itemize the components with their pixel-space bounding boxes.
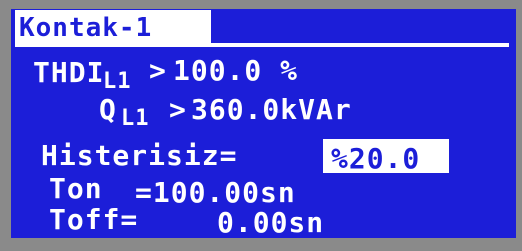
q-subscript: L1 xyxy=(121,106,150,131)
toff-label: Toff= xyxy=(49,203,139,236)
title-underline xyxy=(15,43,509,47)
hysteresis-label: Histerisiz= xyxy=(41,139,238,172)
q-label: Q xyxy=(99,93,117,126)
toff-value[interactable]: 0.00sn xyxy=(217,209,324,237)
lcd-screen: Kontak-1 THDI L1 > 100.0 % Q L1 > 360.0k… xyxy=(11,9,516,238)
ton-value[interactable]: =100.00sn xyxy=(135,179,296,207)
hysteresis-value-field[interactable]: %20.0 xyxy=(323,139,449,175)
thdi-label: THDI xyxy=(33,56,105,89)
title-highlight: Kontak-1 xyxy=(15,10,211,44)
thdi-threshold-value[interactable]: 100.0 % xyxy=(173,57,298,85)
thdi-subscript: L1 xyxy=(103,69,132,94)
q-threshold-value[interactable]: 360.0kVAr xyxy=(191,96,352,124)
ton-label: Ton xyxy=(49,172,103,205)
screen-title: Kontak-1 xyxy=(19,13,153,43)
thdi-operator: > xyxy=(149,54,167,87)
q-operator: > xyxy=(169,93,187,126)
hysteresis-value: %20.0 xyxy=(331,142,421,175)
